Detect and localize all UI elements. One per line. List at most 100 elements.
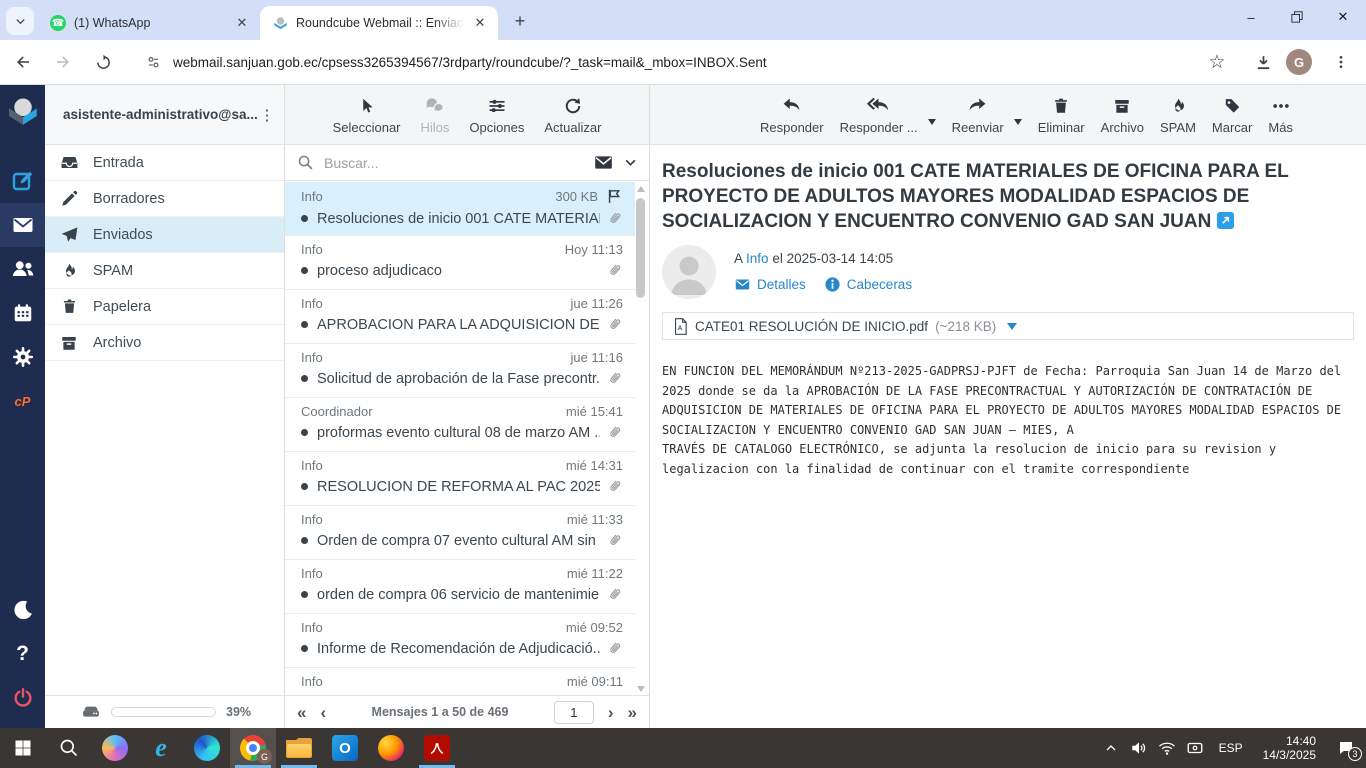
dark-mode-moon-icon[interactable] <box>0 588 45 632</box>
notification-center-icon[interactable]: 3 <box>1326 728 1366 768</box>
taskbar-search-icon[interactable] <box>46 728 92 768</box>
details-link[interactable]: Detalles <box>734 276 806 293</box>
search-input[interactable] <box>324 155 593 171</box>
list-scrollbar[interactable] <box>635 184 647 694</box>
reload-icon[interactable] <box>86 45 120 79</box>
recipient-link[interactable]: Info <box>746 251 769 266</box>
search-scope-envelope-icon[interactable] <box>593 152 614 173</box>
attachment-name[interactable]: CATE01 RESOLUCIÓN DE INICIO.pdf <box>695 319 928 334</box>
message-row[interactable]: Coordinadormié 15:41 proformas evento cu… <box>285 398 635 452</box>
help-icon[interactable]: ? <box>0 632 45 676</box>
threads-label: Hilos <box>421 120 450 135</box>
wifi-icon[interactable] <box>1153 728 1181 768</box>
spam-button[interactable]: SPAM <box>1160 95 1196 135</box>
back-icon[interactable] <box>6 45 40 79</box>
message-row[interactable]: InfoHoy 11:13 proceso adjudicaco <box>285 236 635 290</box>
reply-all-caret-icon[interactable] <box>928 119 936 125</box>
reply-button[interactable]: Responder <box>760 95 824 135</box>
reply-all-button[interactable]: Responder ... <box>840 95 918 135</box>
folder-enviados[interactable]: Enviados <box>45 217 284 253</box>
volume-icon[interactable] <box>1125 728 1153 768</box>
prev-page-icon[interactable]: ‹ <box>320 704 326 721</box>
more-button[interactable]: Más <box>1268 95 1293 135</box>
message-date: mié 15:41 <box>566 404 623 419</box>
tab-whatsapp[interactable]: ☎ (1) WhatsApp ✕ <box>38 6 260 40</box>
attachment-row[interactable]: A CATE01 RESOLUCIÓN DE INICIO.pdf (~218 … <box>662 312 1354 340</box>
scrollbar-thumb[interactable] <box>636 198 645 298</box>
profile-avatar[interactable]: G <box>1286 49 1312 75</box>
forward-caret-icon[interactable] <box>1014 119 1022 125</box>
calendar-icon[interactable] <box>0 291 45 335</box>
downloads-icon[interactable] <box>1246 45 1280 79</box>
folder-borradores[interactable]: Borradores <box>45 181 284 217</box>
delete-button[interactable]: Eliminar <box>1038 95 1085 135</box>
cpanel-icon[interactable]: cP <box>0 379 45 423</box>
tab-close-icon[interactable]: ✕ <box>234 15 250 31</box>
search-options-chevron-icon[interactable] <box>624 156 637 169</box>
first-page-icon[interactable]: « <box>297 704 306 721</box>
message-row[interactable]: Infojue 11:26 APROBACION PARA LA ADQUISI… <box>285 290 635 344</box>
firefox-icon[interactable] <box>368 728 414 768</box>
site-info-icon[interactable] <box>146 55 161 70</box>
settings-gear-icon[interactable] <box>0 335 45 379</box>
attachment-menu-caret-icon[interactable] <box>1007 323 1017 330</box>
forward-icon[interactable] <box>46 45 80 79</box>
next-page-icon[interactable]: › <box>608 704 614 721</box>
mail-icon[interactable] <box>0 203 45 247</box>
minimize-button[interactable]: – <box>1228 0 1274 34</box>
message-row[interactable]: Info300 KB Resoluciones de inicio 001 CA… <box>285 182 635 236</box>
message-row[interactable]: Infomié 14:31 RESOLUCION DE REFORMA AL P… <box>285 452 635 506</box>
contacts-icon[interactable] <box>0 247 45 291</box>
folder-entrada[interactable]: Entrada <box>45 145 284 181</box>
bookmark-star-icon[interactable]: ☆ <box>1200 45 1234 79</box>
compose-icon[interactable] <box>0 159 45 203</box>
headers-link[interactable]: Cabeceras <box>824 276 912 293</box>
message-row[interactable]: Infomié 11:22 orden de compra 06 servici… <box>285 560 635 614</box>
options-button[interactable]: Opciones <box>469 95 524 135</box>
last-page-icon[interactable]: » <box>628 704 637 721</box>
new-tab-button[interactable]: + <box>506 7 534 35</box>
roundcube-logo[interactable] <box>0 85 45 137</box>
mark-button[interactable]: Marcar <box>1212 95 1252 135</box>
message-header: A Info el 2025-03-14 14:05 Detalles <box>662 245 1352 299</box>
threads-button[interactable]: Hilos <box>421 95 450 135</box>
select-button[interactable]: Seleccionar <box>333 95 401 135</box>
folder-spam[interactable]: SPAM <box>45 253 284 289</box>
outlook-icon[interactable]: O <box>322 728 368 768</box>
tab-search-chevron[interactable] <box>6 7 34 35</box>
copilot-icon[interactable] <box>92 728 138 768</box>
tab-roundcube[interactable]: Roundcube Webmail :: Enviados ✕ <box>260 6 498 40</box>
start-button[interactable] <box>0 728 46 768</box>
folder-papelera[interactable]: Papelera <box>45 289 284 325</box>
address-bar[interactable]: webmail.sanjuan.gob.ec/cpsess3265394567/… <box>132 46 1184 78</box>
tray-chevron-up-icon[interactable] <box>1097 728 1125 768</box>
folder-archivo[interactable]: Archivo <box>45 325 284 361</box>
folder-label: Archivo <box>93 335 141 351</box>
language-indicator[interactable]: ESP <box>1209 741 1253 755</box>
acrobat-icon[interactable] <box>414 728 460 768</box>
page-number-input[interactable] <box>554 701 594 724</box>
forward-button[interactable]: Reenviar <box>952 95 1004 135</box>
flag-icon[interactable] <box>606 188 623 205</box>
browser-menu-icon[interactable] <box>1324 45 1358 79</box>
message-row[interactable]: Infomié 09:52 Informe de Recomendación d… <box>285 614 635 668</box>
meet-now-icon[interactable] <box>1181 728 1209 768</box>
archive-button[interactable]: Archivo <box>1101 95 1144 135</box>
message-row[interactable]: Infomié 11:33 Orden de compra 07 evento … <box>285 506 635 560</box>
refresh-button[interactable]: Actualizar <box>544 95 601 135</box>
chrome-taskbar-icon[interactable]: G <box>230 728 276 768</box>
message-row[interactable]: Infojue 11:16 Solicitud de aprobación de… <box>285 344 635 398</box>
clock[interactable]: 14:40 14/3/2025 <box>1253 734 1326 762</box>
scroll-down-arrow[interactable] <box>637 686 645 692</box>
close-button[interactable]: ✕ <box>1320 0 1366 34</box>
scroll-up-arrow[interactable] <box>637 186 645 192</box>
logout-power-icon[interactable] <box>0 676 45 720</box>
restore-button[interactable] <box>1274 0 1320 34</box>
account-menu-icon[interactable]: ⋮ <box>258 106 276 124</box>
message-row[interactable]: Infomié 09:11 <box>285 668 635 696</box>
internet-explorer-icon[interactable]: e <box>138 728 184 768</box>
file-explorer-icon[interactable] <box>276 728 322 768</box>
edge-icon[interactable] <box>184 728 230 768</box>
external-link-icon[interactable] <box>1217 212 1234 229</box>
tab-close-icon[interactable]: ✕ <box>472 15 488 31</box>
